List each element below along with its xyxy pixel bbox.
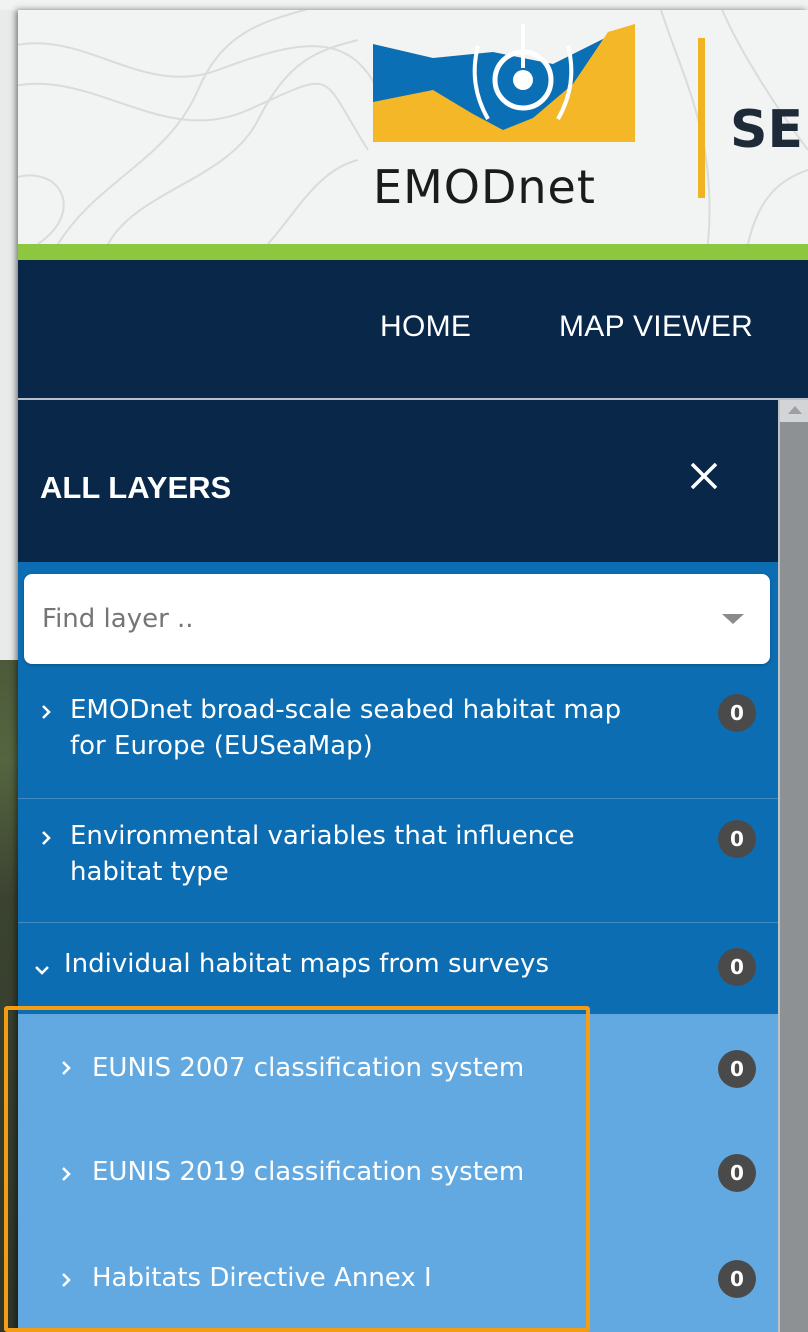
layer-group-label: Individual habitat maps from surveys <box>64 949 549 979</box>
layer-count-badge: 0 <box>718 1050 756 1088</box>
emodnet-logo-text: EMODnet <box>373 160 596 214</box>
chevron-right-icon <box>42 705 51 719</box>
main-navigation: HOME MAP VIEWER <box>18 260 808 400</box>
chevron-down-icon <box>35 966 49 975</box>
panel-title: ALL LAYERS <box>40 470 232 505</box>
layer-group-label-line1: EMODnet broad-scale seabed habitat map <box>70 695 622 725</box>
layer-group-label-line2: for Europe (EUSeaMap) <box>70 731 373 761</box>
layer-search-input[interactable] <box>40 598 684 640</box>
layer-count-badge: 0 <box>718 694 756 732</box>
chevron-right-icon <box>62 1167 71 1181</box>
layer-subgroup-label: EUNIS 2007 classification system <box>92 1053 525 1083</box>
layer-subgroup-label: Habitats Directive Annex I <box>92 1263 432 1293</box>
close-icon <box>690 462 718 490</box>
layer-subgroup-label: EUNIS 2019 classification system <box>92 1157 525 1187</box>
layer-search-box[interactable] <box>24 574 770 664</box>
page-viewport: EMODnet SE HOME MAP VIEWER ALL LAYERS Fi… <box>18 10 808 1332</box>
layer-group-label-line2: habitat type <box>70 857 229 887</box>
layer-group-environmental-variables[interactable]: Environmental variables that influence h… <box>18 798 778 923</box>
layer-count-badge: 0 <box>718 1154 756 1192</box>
scrollbar-track[interactable] <box>780 422 808 1332</box>
nav-item-home[interactable]: HOME <box>380 310 471 344</box>
layer-count-badge: 0 <box>718 820 756 858</box>
chevron-right-icon <box>62 1273 71 1287</box>
layer-subgroup-eunis-2007[interactable]: EUNIS 2007 classification system 0 <box>18 1014 778 1119</box>
layer-count-badge: 0 <box>718 948 756 986</box>
nav-item-map-viewer[interactable]: MAP VIEWER <box>559 310 753 344</box>
site-title: SE <box>730 100 803 160</box>
layer-subgroup-habitats-directive[interactable]: Habitats Directive Annex I 0 <box>18 1224 778 1332</box>
window-top-edge <box>0 0 808 10</box>
chevron-right-icon <box>42 831 51 845</box>
header-divider <box>698 38 705 198</box>
panel-scrollbar[interactable] <box>778 400 808 1332</box>
header-accent-bar <box>18 244 808 260</box>
layer-subgroup-eunis-2019[interactable]: EUNIS 2019 classification system 0 <box>18 1118 778 1225</box>
layer-group-individual-habitat-maps[interactable]: Individual habitat maps from surveys 0 <box>18 922 778 1015</box>
background-map-edge <box>0 0 18 1332</box>
panel-header: ALL LAYERS <box>18 400 778 562</box>
close-panel-button[interactable] <box>684 456 724 496</box>
chevron-right-icon <box>62 1061 71 1075</box>
chevron-down-icon[interactable] <box>722 614 744 624</box>
site-header: EMODnet SE <box>18 10 808 244</box>
layer-group-euseamap[interactable]: EMODnet broad-scale seabed habitat map f… <box>18 674 778 799</box>
all-layers-panel: ALL LAYERS EMODnet broad-scale seabed ha… <box>18 400 778 1332</box>
layer-count-badge: 0 <box>718 1260 756 1298</box>
scroll-up-icon[interactable] <box>788 406 802 414</box>
layer-group-label-line1: Environmental variables that influence <box>70 821 575 851</box>
